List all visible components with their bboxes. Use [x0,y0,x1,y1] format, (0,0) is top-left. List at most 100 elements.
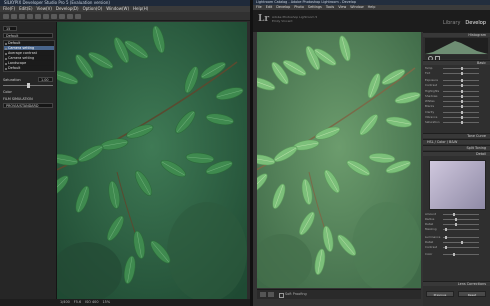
row-label: Whites [425,99,435,103]
slider-knob[interactable] [461,90,463,93]
basic-row-vibrance[interactable]: Vibrance [425,115,488,119]
basic-row-clarity[interactable]: Clarity [425,110,488,114]
print-icon[interactable] [67,13,73,19]
slider-knob[interactable] [461,84,463,87]
bullet-icon [5,47,7,50]
settings-icon[interactable] [75,13,81,19]
detail-row-color[interactable]: Color [425,252,488,256]
basic-row-saturation[interactable]: Saturation [425,120,488,124]
basic-row-temp[interactable]: Temp [425,66,488,70]
slider-knob[interactable] [461,72,463,75]
view-mode-icon[interactable] [260,292,266,297]
slider-knob[interactable] [461,116,463,119]
detail-row-detail[interactable]: Detail [425,222,488,226]
preset-label: Camera setting [8,56,35,60]
detail-row-luminance-detail[interactable]: Detail [425,240,488,244]
soft-proofing-checkbox[interactable] [279,293,284,298]
detail-zoom-preview[interactable] [429,160,486,210]
silkypix-toolbar [0,12,250,21]
crop-icon[interactable] [35,13,41,19]
basic-row-exposure[interactable]: Exposure [425,78,488,82]
basic-row-highlights[interactable]: Highlights [425,89,488,93]
bullet-icon [5,42,7,45]
open-icon[interactable] [3,13,9,19]
lightroom-logo: Lr [258,14,270,24]
bullet-icon [5,67,7,70]
slider-knob[interactable] [461,121,463,124]
detail-row-contrast[interactable]: Contrast [425,245,488,249]
slider-knob[interactable] [445,228,447,231]
slider-knob[interactable] [455,218,457,221]
slider-knob[interactable] [461,241,463,244]
tone-curve-panel-header[interactable]: Tone Curve [423,133,490,138]
preset-list: Default Camera setting Average contrast … [3,40,55,72]
detail-row-radius[interactable]: Radius [425,217,488,221]
hsl-panel-header[interactable]: HSL / Color / B&W [423,139,490,144]
basic-panel-header[interactable]: Basic [423,60,490,65]
status-shutter: 1/400 [60,300,70,304]
slider-track [443,224,479,225]
slider-knob[interactable] [445,236,447,239]
leaf-photo [57,22,247,299]
film-simulation-select[interactable]: PROVIA/STANDARD [3,103,53,108]
detail-row-amount[interactable]: Amount [425,212,488,216]
develop-icon[interactable] [59,13,65,19]
rotate-left-icon[interactable] [19,13,25,19]
slider-knob[interactable] [461,111,463,114]
silkypix-photo-preview[interactable] [57,22,247,299]
slider-knob[interactable] [27,83,30,88]
preset-label: Default [8,41,21,45]
slider-knob[interactable] [461,67,463,70]
develop-toolbar: Soft Proofing [257,289,421,299]
detail-row-luminance[interactable]: Luminance [425,235,488,239]
lens-corrections-panel-header[interactable]: Lens Corrections [423,281,490,286]
slider-knob[interactable] [461,105,463,108]
lightroom-photo-preview[interactable] [257,32,421,288]
silkypix-status-bar: 1/400 F5.6 ISO 400 15% [0,299,250,306]
reset-button[interactable]: Reset [458,291,486,297]
slider-knob[interactable] [461,100,463,103]
previous-button[interactable]: Previous [426,291,454,297]
taste-select[interactable]: Default [3,33,53,38]
saturation-value[interactable]: 1.00 [38,77,53,82]
status-zoom: 15% [102,300,111,304]
compare-icon[interactable] [51,13,57,19]
split-toning-panel-header[interactable]: Split Toning [423,145,490,150]
detail-panel-header[interactable]: Detail [423,151,490,156]
slider-knob[interactable] [461,95,463,98]
row-label: Tint [425,71,431,75]
basic-row-tint[interactable]: Tint [425,71,488,75]
basic-row-contrast[interactable]: Contrast [425,83,488,87]
slider-knob[interactable] [453,213,455,216]
preset-label: Default [8,66,21,70]
module-develop[interactable]: Develop [465,20,486,26]
loupe-icon[interactable] [43,13,49,19]
slider-knob[interactable] [453,253,455,256]
compare-view-icon[interactable] [268,292,274,297]
slider-knob[interactable] [461,79,463,82]
row-label: Contrast [425,245,437,249]
preset-item-default-2[interactable]: Default [4,66,54,71]
saturation-slider[interactable] [3,83,53,88]
rotate-right-icon[interactable] [27,13,33,19]
basic-row-shadows[interactable]: Shadows [425,94,488,98]
row-label: Blacks [425,104,435,108]
status-aperture: F5.6 [73,300,82,304]
save-icon[interactable] [11,13,17,19]
row-label: Color [425,252,433,256]
histogram-panel-header[interactable]: Histogram [423,32,490,37]
slider-knob[interactable] [445,246,447,249]
bullet-icon [5,57,7,60]
bullet-icon [5,62,7,65]
detail-row-masking[interactable]: Masking [425,227,488,231]
basic-row-blacks[interactable]: Blacks [425,104,488,108]
identity-user: Emily Vincent [272,19,293,23]
module-library[interactable]: Library [443,20,460,26]
zoom-field[interactable]: 15 [3,26,17,31]
basic-row-whites[interactable]: Whites [425,99,488,103]
slider-knob[interactable] [455,223,457,226]
silkypix-window: SILKYPIX Developer Studio Pro 5 (Evaluat… [0,0,250,306]
slider-track [443,237,479,238]
status-iso: ISO 400 [85,300,99,304]
histogram-curve [425,41,488,54]
